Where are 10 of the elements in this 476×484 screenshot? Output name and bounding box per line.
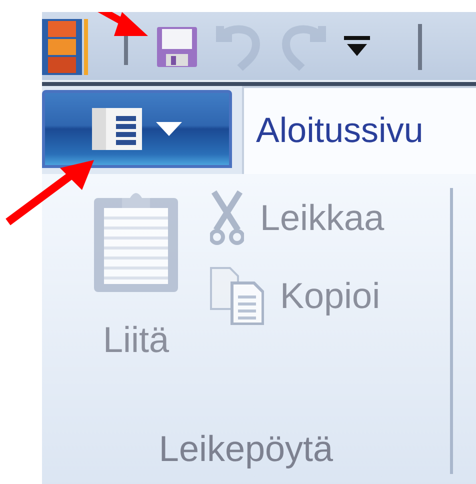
copy-icon[interactable] xyxy=(210,267,264,325)
annotation-arrow-icon xyxy=(4,158,96,226)
film-app-icon[interactable] xyxy=(42,19,88,75)
scissors-icon[interactable] xyxy=(210,190,244,246)
caret-icon xyxy=(156,122,182,136)
save-icon[interactable] xyxy=(156,26,198,68)
ribbon-tab[interactable]: Aloitussivu xyxy=(242,86,476,174)
app-menu-button[interactable] xyxy=(42,90,232,168)
group-label: Leikepöytä xyxy=(158,428,334,470)
document-list-icon xyxy=(92,108,142,150)
